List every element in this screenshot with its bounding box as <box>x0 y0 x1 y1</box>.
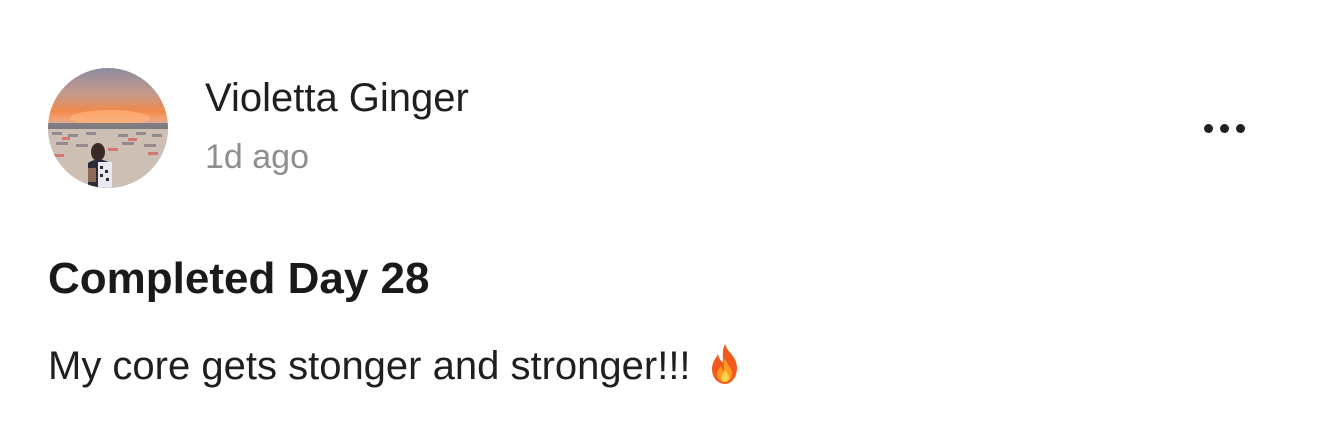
more-options-button[interactable] <box>1192 108 1256 148</box>
post-body-text: My core gets stonger and stronger!!! <box>48 344 691 388</box>
avatar-photo <box>48 110 168 188</box>
post-card: Violetta Ginger 1d ago Completed Day 28 … <box>0 0 1320 440</box>
more-horizontal-icon-dot <box>1219 123 1229 133</box>
post-title: Completed Day 28 <box>48 254 430 303</box>
more-horizontal-icon <box>1203 123 1213 133</box>
avatar[interactable] <box>48 68 168 188</box>
more-horizontal-icon-dot <box>1235 123 1245 133</box>
fire-icon <box>705 342 745 386</box>
author-name[interactable]: Violetta Ginger <box>205 74 469 122</box>
post-body: My core gets stonger and stronger!!! <box>48 340 745 392</box>
post-timestamp: 1d ago <box>205 138 309 176</box>
